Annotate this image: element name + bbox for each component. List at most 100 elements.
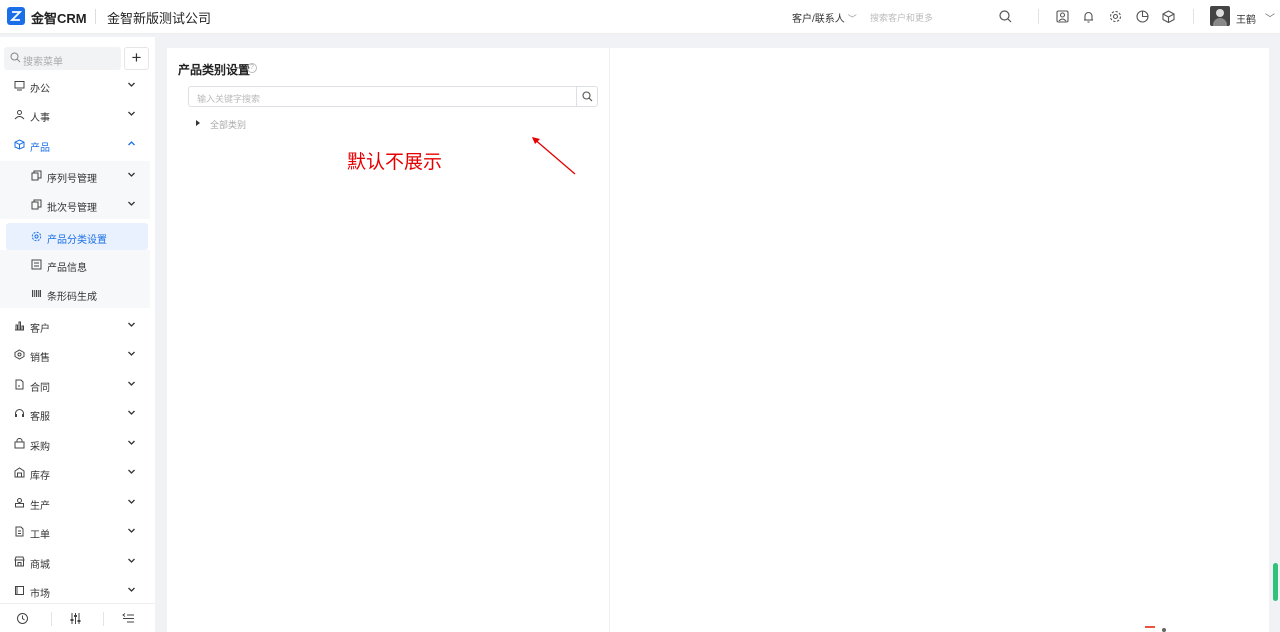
brand-name[interactable]: 金智CRM — [31, 8, 87, 27]
sidebar-item-product[interactable]: 产品 — [0, 130, 155, 159]
chevron-down-icon — [128, 172, 135, 177]
copy-icon — [31, 199, 42, 210]
sidebar-subitem-label: 产品分类设置 — [47, 235, 107, 246]
collapse-menu-icon[interactable] — [122, 612, 135, 625]
sidebar-item-label: 人事 — [30, 113, 50, 124]
history-icon[interactable] — [16, 612, 29, 625]
sidebar-item-label: 商城 — [30, 560, 50, 571]
keyword-search-placeholder: 输入关键字搜索 — [197, 94, 261, 104]
help-icon[interactable]: ? — [247, 63, 257, 73]
sidebar: 搜索菜单 + 办公 人事 产品 序列号管理 批次号管理 产品分类设置 产品信息 — [0, 37, 155, 632]
basket-icon — [14, 438, 25, 449]
footer-separator — [51, 612, 52, 626]
footer-separator — [103, 612, 104, 626]
company-name: 金智新版测试公司 — [107, 11, 212, 26]
store-icon — [14, 556, 25, 567]
chevron-down-icon — [128, 469, 135, 474]
sidebar-item-customer[interactable]: 客户 — [0, 311, 155, 340]
header-divider — [95, 9, 96, 24]
sidebar-item-label: 客服 — [30, 412, 50, 423]
sidebar-item-label: 产品 — [30, 143, 50, 154]
sidebar-item-label: 采购 — [30, 442, 50, 453]
tree-node-all-categories[interactable]: 全部类别 — [210, 118, 246, 131]
sidebar-item-market[interactable]: 市场 — [0, 576, 155, 605]
sidebar-item-label: 工单 — [30, 530, 50, 541]
menu-search-input[interactable]: 搜索菜单 — [4, 47, 121, 70]
sidebar-item-office[interactable]: 办公 — [0, 71, 155, 100]
chevron-down-icon — [128, 587, 135, 592]
menu-search-placeholder: 搜索菜单 — [23, 57, 63, 68]
sidebar-subitem-label: 批次号管理 — [47, 203, 97, 214]
header-separator — [1038, 9, 1039, 24]
ticket-icon — [15, 526, 24, 537]
monitor-icon — [14, 81, 25, 91]
user-name[interactable]: 王鹤 — [1236, 11, 1256, 26]
sidebar-item-label: 客户 — [30, 324, 50, 335]
top-header: 金智CRM 金智新版测试公司 客户/联系人 ﹀ 搜索客户和更多 王鹤 ﹀ — [0, 0, 1280, 34]
sidebar-subitem-serial[interactable]: 序列号管理 — [0, 161, 150, 190]
keyword-search-input[interactable]: 输入关键字搜索 — [188, 86, 598, 107]
add-button[interactable]: + — [124, 47, 149, 70]
sidebar-item-label: 市场 — [30, 589, 50, 600]
chevron-down-icon — [128, 201, 135, 206]
sidebar-item-production[interactable]: 生产 — [0, 488, 155, 517]
sidebar-subitem-batch[interactable]: 批次号管理 — [0, 190, 150, 219]
chevron-down-icon — [128, 558, 135, 563]
search-type-label: 客户/联系人 — [792, 14, 845, 25]
chevron-down-icon — [128, 111, 135, 116]
gear-icon[interactable] — [1108, 9, 1123, 24]
sidebar-subitem-label: 条形码生成 — [47, 292, 97, 303]
sidebar-item-purchase[interactable]: 采购 — [0, 429, 155, 458]
sidebar-item-contract[interactable]: 合同 — [0, 370, 155, 399]
chevron-down-icon — [128, 440, 135, 445]
sidebar-item-inventory[interactable]: 库存 — [0, 458, 155, 487]
search-button[interactable] — [576, 87, 597, 106]
chevron-down-icon — [128, 381, 135, 386]
avatar[interactable] — [1210, 6, 1230, 26]
chevron-down-icon — [128, 410, 135, 415]
search-icon — [582, 91, 593, 102]
adjust-icon[interactable] — [69, 612, 82, 625]
chart-icon[interactable] — [1135, 9, 1150, 24]
sidebar-subitem-label: 序列号管理 — [47, 174, 97, 185]
bar-chart-icon — [15, 321, 24, 331]
chevron-down-icon — [128, 351, 135, 356]
chevron-down-icon[interactable]: ﹀ — [1265, 10, 1275, 25]
contract-icon — [15, 379, 24, 390]
chevron-down-icon — [128, 528, 135, 533]
annotation-text: 默认不展示 — [347, 151, 443, 173]
search-type-select[interactable]: 客户/联系人 ﹀ — [792, 10, 857, 25]
hexagon-icon — [14, 349, 25, 360]
sidebar-subitem-barcode[interactable]: 条形码生成 — [0, 279, 150, 308]
caret-right-icon[interactable] — [196, 120, 200, 126]
sidebar-item-ticket[interactable]: 工单 — [0, 517, 155, 546]
sidebar-subitem-label: 产品信息 — [47, 263, 87, 274]
chevron-down-icon — [128, 322, 135, 327]
corner-dot — [1162, 628, 1166, 632]
global-search-input[interactable]: 搜索客户和更多 — [870, 11, 933, 24]
sidebar-subitem-category-settings[interactable]: 产品分类设置 — [6, 223, 148, 250]
list-icon — [31, 259, 42, 270]
settings-icon — [31, 231, 42, 242]
corner-mark — [1145, 626, 1155, 632]
sidebar-subitem-product-info[interactable]: 产品信息 — [0, 250, 150, 279]
search-icon — [10, 52, 21, 63]
contacts-icon[interactable] — [1055, 9, 1070, 24]
bell-icon[interactable] — [1081, 9, 1096, 24]
sidebar-item-service[interactable]: 客服 — [0, 399, 155, 428]
sidebar-item-mall[interactable]: 商城 — [0, 547, 155, 576]
logo-icon[interactable] — [7, 7, 25, 25]
cube-icon[interactable] — [1161, 9, 1176, 24]
sidebar-footer — [0, 603, 155, 632]
chevron-down-icon — [128, 82, 135, 87]
box-icon — [14, 139, 25, 150]
factory-icon — [15, 498, 24, 508]
sidebar-item-label: 生产 — [30, 501, 50, 512]
sidebar-item-hr[interactable]: 人事 — [0, 100, 155, 129]
search-icon[interactable] — [998, 9, 1013, 24]
barcode-icon — [32, 290, 41, 297]
headset-icon — [15, 409, 24, 417]
sidebar-item-sales[interactable]: 销售 — [0, 340, 155, 369]
page-title: 产品类别设置 — [178, 63, 251, 77]
sidebar-item-label: 办公 — [30, 84, 50, 95]
